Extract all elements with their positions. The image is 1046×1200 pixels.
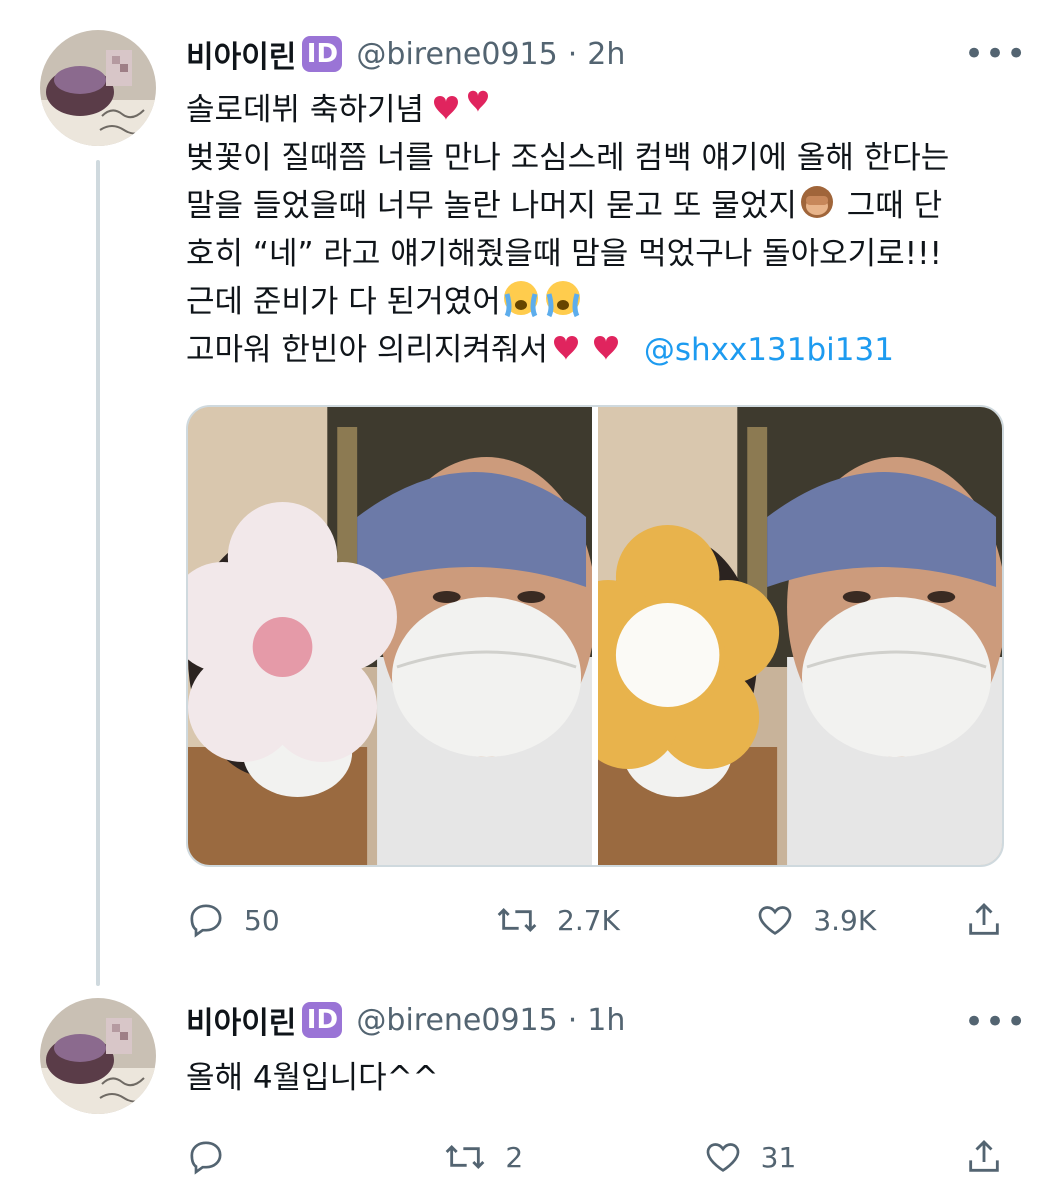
tweet-line: 솔로데뷔 축하기념 (186, 92, 425, 128)
tweet-line: 호히 “네” 라고 얘기해줬을때 맘을 먹었구나 돌아오기로!!! (186, 236, 942, 272)
tweet-actions: 50 2.7K 3.9K (186, 895, 1004, 945)
thread-connector-line (96, 160, 100, 986)
like-count: 3.9K (813, 903, 877, 937)
retweet-button[interactable]: 2 (443, 1137, 702, 1177)
more-horizontal-icon[interactable]: ••• (964, 37, 1027, 71)
heart-icon (759, 906, 792, 935)
loudly-crying-face-emoji (503, 281, 580, 318)
tweet-text: 올해 4월입니다^^ (186, 1054, 1016, 1102)
reply-icon (190, 1141, 222, 1175)
display-name[interactable]: 비아이린 (186, 998, 296, 1042)
tweet-header: 비아이린 ID @birene0915 · 2h (186, 32, 625, 76)
tweet-line: 근데 준비가 다 된거였어 (186, 284, 501, 320)
avatar[interactable] (40, 30, 156, 146)
two-hearts-emoji (434, 90, 489, 120)
share-icon (969, 1139, 999, 1172)
share-icon (969, 902, 999, 935)
timestamp[interactable]: 2h (587, 37, 625, 72)
like-button[interactable]: 3.9K (755, 900, 964, 940)
photo-right[interactable] (598, 407, 1002, 865)
avatar[interactable] (40, 998, 156, 1114)
tweet-line: 벚꽃이 질때쯤 너를 만나 조심스레 컴백 얘기에 올해 한다는 (186, 140, 950, 176)
media-grid (186, 405, 1004, 867)
tweet-text: 솔로데뷔 축하기념 벚꽃이 질때쯤 너를 만나 조심스레 컴백 얘기에 올해 한… (186, 86, 1016, 374)
tweet-line: 그때 단 (836, 188, 943, 224)
two-hearts-emoji (553, 336, 618, 360)
handle[interactable]: @birene0915 (356, 37, 557, 72)
separator-dot: · (567, 36, 578, 72)
mention-link[interactable]: @shxx131bi131 (644, 332, 894, 368)
share-button[interactable] (964, 900, 1004, 940)
like-button[interactable]: 31 (703, 1137, 964, 1177)
reply-button[interactable]: 50 (186, 900, 495, 940)
separator-dot: · (567, 1002, 578, 1038)
reply-button[interactable] (186, 1137, 443, 1177)
reply-count: 50 (244, 903, 280, 937)
like-count: 31 (760, 1140, 797, 1174)
photo-left[interactable] (188, 407, 592, 865)
see-no-evil-monkey-emoji (800, 186, 833, 218)
heart-icon (706, 1143, 739, 1172)
retweet-count: 2.7K (557, 903, 620, 937)
retweet-icon (497, 907, 537, 933)
tweet-header: 비아이린 ID @birene0915 · 1h (186, 998, 625, 1042)
timestamp[interactable]: 1h (587, 1003, 625, 1038)
more-horizontal-icon[interactable]: ••• (964, 1005, 1027, 1039)
tweet-line: 고마워 한빈아 의리지켜줘서 (186, 332, 548, 368)
retweet-button[interactable]: 2.7K (495, 900, 755, 940)
handle[interactable]: @birene0915 (356, 1003, 557, 1038)
tweet-actions: 2 31 (186, 1132, 1004, 1182)
retweet-icon (446, 1144, 485, 1170)
tweet-line: 올해 4월입니다^^ (186, 1060, 439, 1096)
id-badge: ID (302, 1002, 343, 1038)
retweet-count: 2 (505, 1140, 524, 1174)
reply-icon (190, 904, 222, 938)
display-name[interactable]: 비아이린 (186, 32, 296, 76)
id-badge: ID (302, 36, 343, 72)
share-button[interactable] (964, 1137, 1004, 1177)
tweet-line: 말을 들었을때 너무 놀란 나머지 묻고 또 물었지 (186, 188, 797, 224)
